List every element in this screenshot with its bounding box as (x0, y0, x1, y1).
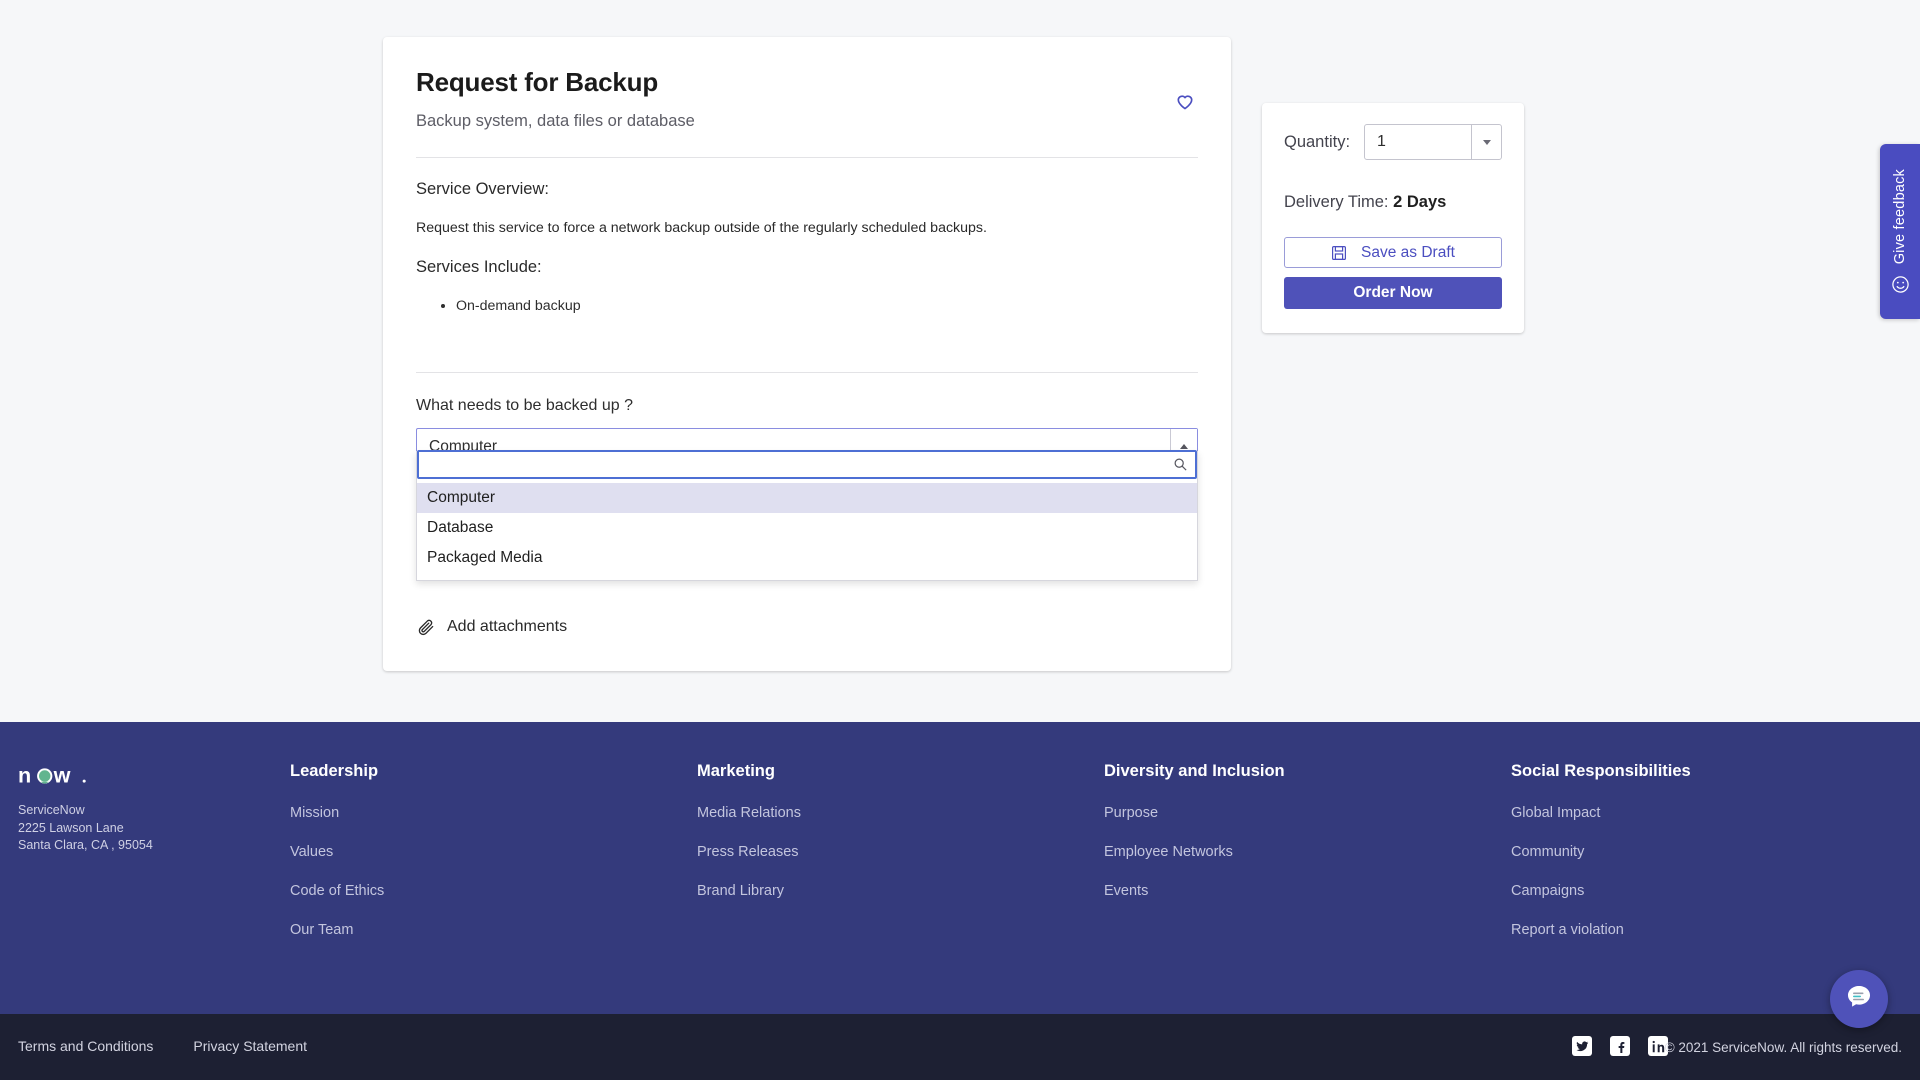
address-line-2: Santa Clara, CA , 95054 (18, 838, 153, 852)
footer-link-community[interactable]: Community (1511, 844, 1691, 860)
footer-link-code-of-ethics[interactable]: Code of Ethics (290, 883, 384, 899)
delivery-time-label: Delivery Time: (1284, 193, 1389, 211)
save-as-draft-label: Save as Draft (1361, 243, 1455, 261)
address-line-1: 2225 Lawson Lane (18, 820, 124, 835)
dropdown-search-row (417, 450, 1197, 480)
footer-link-brand-library[interactable]: Brand Library (697, 883, 801, 899)
caret-down-icon (1482, 139, 1491, 145)
quantity-dropdown-toggle[interactable] (1471, 125, 1501, 159)
order-panel: Quantity: 1 Delivery Time: 2 Days Save a… (1262, 103, 1524, 333)
footer-link-media-relations[interactable]: Media Relations (697, 805, 801, 821)
footer-column-social-responsibilities: Social Responsibilities Global Impact Co… (1511, 762, 1691, 961)
services-list: On-demand backup (456, 298, 1198, 314)
footer-link-purpose[interactable]: Purpose (1104, 805, 1285, 821)
backup-question-block: What needs to be backed up ? Computer Co… (416, 373, 1198, 637)
backup-type-dropdown-panel: Computer Database Packaged Media (416, 450, 1198, 582)
footer-column-leadership: Leadership Mission Values Code of Ethics… (290, 762, 384, 961)
footer-column-title: Social Responsibilities (1511, 762, 1691, 780)
favorite-button[interactable] (1170, 87, 1200, 117)
service-overview-text: Request this service to force a network … (416, 220, 987, 237)
dropdown-option-computer[interactable]: Computer (417, 483, 1197, 514)
footer-link-report-a-violation[interactable]: Report a violation (1511, 922, 1691, 938)
footer-column-title: Marketing (697, 762, 775, 780)
quantity-label: Quantity: (1284, 132, 1351, 151)
delivery-time-value: 2 Days (1393, 193, 1447, 211)
copyright-text: © 2021 ServiceNow. All rights reserved. (1664, 1040, 1902, 1055)
give-feedback-label: Give feedback (1892, 169, 1908, 265)
site-footer: n w ServiceNow 2225 Lawson Lane Santa Cl… (0, 722, 1920, 1014)
give-feedback-tab[interactable]: Give feedback (1880, 144, 1920, 319)
svg-text:n: n (18, 762, 31, 787)
quantity-row: Quantity: 1 (1284, 124, 1502, 160)
list-item: On-demand backup (456, 298, 1198, 314)
service-overview-heading: Service Overview: (416, 180, 549, 199)
facebook-icon[interactable] (1610, 1036, 1630, 1056)
social-links (1572, 1036, 1668, 1056)
chat-button[interactable] (1830, 970, 1888, 1028)
page-title: Request for Backup (416, 67, 659, 97)
svg-text:w: w (53, 762, 71, 787)
footer-link-events[interactable]: Events (1104, 883, 1285, 899)
caret-up-icon (1180, 444, 1188, 450)
dropdown-option-list: Computer Database Packaged Media (417, 479, 1197, 580)
footer-column-marketing: Marketing Media Relations Press Releases… (697, 762, 801, 922)
footer-column-diversity-and-inclusion: Diversity and Inclusion Purpose Employee… (1104, 762, 1285, 922)
item-subtitle: Backup system, data files or database (416, 112, 695, 131)
catalog-item-card: Request for Backup Backup system, data f… (383, 37, 1231, 672)
footer-column-title: Diversity and Inclusion (1104, 762, 1285, 780)
smiley-face-icon (1891, 275, 1910, 294)
add-attachments-label: Add attachments (447, 618, 568, 636)
save-as-draft-button[interactable]: Save as Draft (1284, 237, 1502, 268)
floppy-disk-icon (1331, 245, 1347, 261)
footer-link-values[interactable]: Values (290, 844, 384, 860)
twitter-icon[interactable] (1572, 1036, 1592, 1056)
footer-link-our-team[interactable]: Our Team (290, 922, 384, 938)
service-catalog-page: Request for Backup Backup system, data f… (0, 0, 1920, 1080)
servicenow-logo: n w (18, 762, 88, 790)
heart-icon (1174, 90, 1196, 115)
company-address: ServiceNow 2225 Lawson Lane Santa Clara,… (18, 802, 153, 855)
footer-link-employee-networks[interactable]: Employee Networks (1104, 844, 1285, 860)
add-attachments-button[interactable]: Add attachments (416, 617, 567, 637)
order-now-label: Order Now (1353, 284, 1433, 301)
footer-bottom-bar: Terms and Conditions Privacy Statement ©… (0, 1014, 1920, 1080)
dropdown-option-packaged-media[interactable]: Packaged Media (417, 543, 1197, 573)
legal-links: Terms and Conditions Privacy Statement (18, 1038, 307, 1054)
quantity-value: 1 (1377, 133, 1386, 150)
footer-link-campaigns[interactable]: Campaigns (1511, 883, 1691, 899)
quantity-stepper[interactable]: 1 (1364, 124, 1502, 160)
privacy-statement-link[interactable]: Privacy Statement (193, 1038, 307, 1054)
question-label: What needs to be backed up ? (416, 397, 634, 415)
dropdown-search-input[interactable] (417, 450, 1197, 480)
item-description: Service Overview: Request this service t… (416, 158, 1198, 314)
dropdown-option-database[interactable]: Database (417, 513, 1197, 543)
footer-content: n w ServiceNow 2225 Lawson Lane Santa Cl… (0, 722, 1920, 1014)
footer-column-title: Leadership (290, 762, 379, 780)
footer-link-mission[interactable]: Mission (290, 805, 384, 821)
footer-link-global-impact[interactable]: Global Impact (1511, 805, 1691, 821)
footer-link-press-releases[interactable]: Press Releases (697, 844, 801, 860)
order-now-button[interactable]: Order Now (1284, 277, 1502, 309)
paperclip-icon (416, 617, 436, 637)
company-name: ServiceNow (18, 803, 85, 817)
catalog-item-header: Request for Backup Backup system, data f… (416, 67, 1198, 131)
delivery-time-row: Delivery Time: 2 Days (1284, 193, 1502, 212)
terms-and-conditions-link[interactable]: Terms and Conditions (18, 1038, 153, 1054)
chat-bubble-icon (1844, 982, 1874, 1017)
services-include-heading: Services Include: (416, 258, 542, 277)
